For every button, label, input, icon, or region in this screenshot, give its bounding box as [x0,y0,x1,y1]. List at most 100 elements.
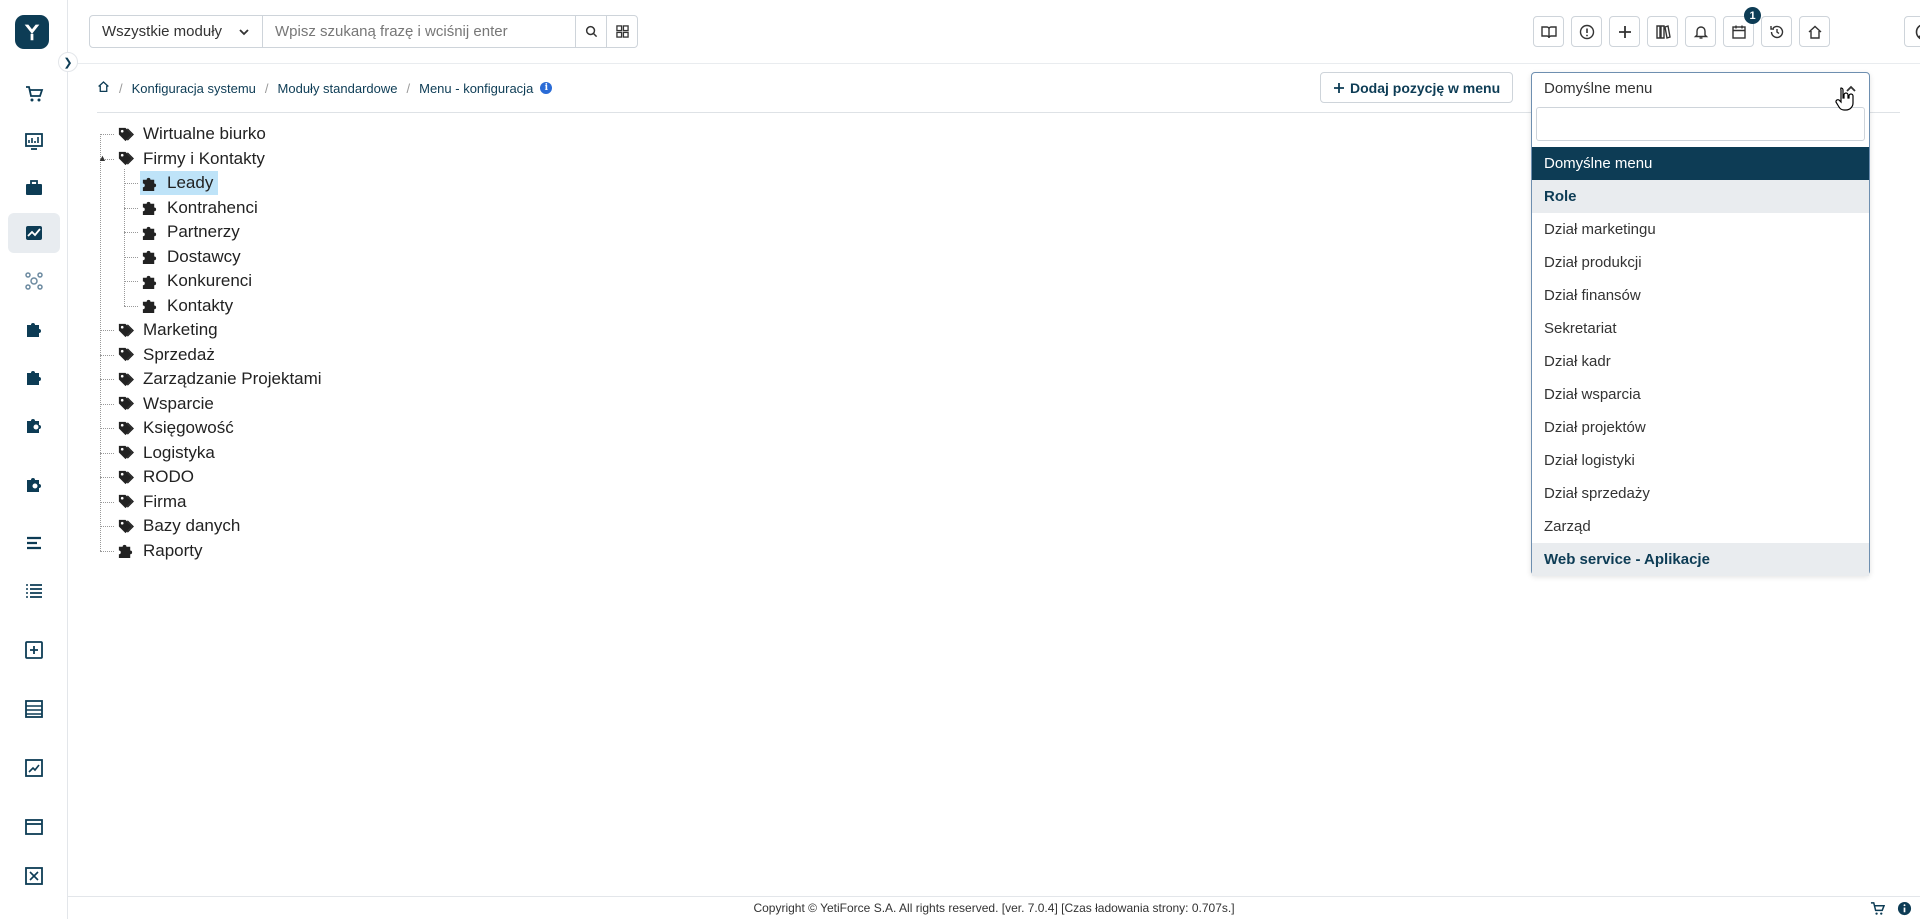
tree-node[interactable]: Kontakty [140,294,236,318]
tree-node[interactable]: Dostawcy [140,245,244,269]
footer-icons [1870,901,1912,916]
cart-icon[interactable] [1870,901,1885,916]
search-button[interactable] [575,16,606,47]
sidebar-item-marketing[interactable] [8,213,60,253]
option-group-header: Web service - Aplikacje [1532,543,1869,576]
chart-square-icon [25,759,43,777]
tree-node[interactable]: Firmy i Kontakty [116,147,268,171]
module-select[interactable]: Wszystkie moduły [90,16,263,47]
tree-node[interactable]: Partnerzy [140,220,243,244]
tree-node[interactable]: Wirtualne biurko [116,122,269,146]
tree-node-label: Bazy danych [143,516,241,535]
dropdown-option[interactable]: Dział marketingu [1532,213,1869,246]
quick-create-button[interactable] [1609,16,1640,47]
tree-node-label: Zarządzanie Projektami [143,369,322,388]
user-menu-button[interactable] [1904,16,1920,47]
tree-node-label: Logistyka [143,442,215,462]
home-icon[interactable] [97,80,110,96]
menu-role-search-input[interactable] [1536,107,1865,141]
knowledge-base-button[interactable] [1533,16,1564,47]
advanced-search-button[interactable] [606,16,637,47]
bookmarks-button[interactable] [1647,16,1678,47]
puzzle-icon [140,248,158,266]
collapse-toggle-icon[interactable]: ▲ [98,153,107,163]
breadcrumb-item-current: Menu - konfiguracja [419,80,534,96]
sidebar-item-add-record[interactable] [8,630,60,670]
sidebar-item-windows[interactable] [8,807,60,847]
left-sidebar [0,0,68,919]
breadcrumb-separator: / [406,80,411,96]
tree-line [124,281,138,282]
puzzle-icon [140,199,158,217]
sidebar-item-dashboard[interactable] [8,121,60,161]
tree-node[interactable]: Konkurenci [140,269,255,293]
dropdown-option[interactable]: Domyślne menu [1532,147,1869,180]
table-icon [25,700,43,718]
close-square-icon [25,867,43,885]
puzzle-icon [140,272,158,290]
info-icon[interactable]: i [540,82,553,94]
dropdown-option[interactable]: Dział logistyki [1532,444,1869,477]
sidebar-item-settings-box[interactable] [8,856,60,896]
network-icon [25,272,43,290]
tree-line [124,207,138,209]
sidebar-item-cart[interactable] [8,74,60,114]
tree-node[interactable]: Firma [116,490,189,514]
tree-line [100,379,114,380]
task-list-icon [27,536,41,550]
tree-node[interactable]: Wsparcie [116,392,217,416]
sidebar-item-logistics[interactable] [8,405,60,445]
history-button[interactable] [1761,16,1792,47]
sidebar-item-search-module[interactable] [8,464,60,504]
menu-role-select-value[interactable]: Domyślne menu [1532,73,1869,104]
notifications-button[interactable] [1685,16,1716,47]
tree-line [124,232,138,233]
tree-node[interactable]: Logistyka [116,441,218,465]
breadcrumb-item[interactable]: Konfiguracja systemu [132,81,256,96]
info-button[interactable] [1571,16,1602,47]
tree-node[interactable]: RODO [116,465,197,489]
tag-icon [116,370,134,388]
book-icon [1540,25,1557,38]
dropdown-option[interactable]: Zarząd [1532,510,1869,543]
home-button[interactable] [1799,16,1830,47]
search-input[interactable] [263,16,575,47]
dropdown-option[interactable]: Sekretariat [1532,312,1869,345]
tree-node-label: Kontakty [167,295,234,315]
tree-node-label: Leady [164,173,217,193]
yetiforce-logo[interactable] [15,15,49,49]
sidebar-item-tasks[interactable] [8,523,60,563]
dropdown-option[interactable]: Dział projektów [1532,411,1869,444]
tree-line [100,354,114,356]
breadcrumb-item[interactable]: Moduły standardowe [278,81,398,96]
sidebar-item-projects[interactable] [8,261,60,301]
window-icon [25,819,43,835]
add-menu-item-button[interactable]: Dodaj pozycję w menu [1320,72,1514,103]
tree-node[interactable]: Leady [140,171,219,195]
sidebar-item-support[interactable] [8,309,60,349]
tree-node[interactable]: Raporty [116,539,206,563]
tree-node[interactable]: Kontrahenci [140,196,261,220]
dropdown-option[interactable]: Dział kadr [1532,345,1869,378]
tree-node-label: Wsparcie [143,393,214,413]
menu-role-select-label: Domyślne menu [1544,80,1653,97]
dropdown-option[interactable]: Dział finansów [1532,279,1869,312]
menu-role-select: Domyślne menu Domyślne menu Role Dział mar… [1531,72,1870,576]
tree-node[interactable]: Bazy danych [116,514,243,538]
sidebar-item-reports[interactable] [8,748,60,788]
tree-node[interactable]: Sprzedaż [116,343,218,367]
sidebar-expand-button[interactable]: ❯ [58,52,78,72]
sidebar-item-table[interactable] [8,689,60,729]
sidebar-item-accounting[interactable] [8,357,60,397]
dropdown-option[interactable]: Dział produkcji [1532,246,1869,279]
sidebar-item-lists[interactable] [8,571,60,611]
tree-node[interactable]: Zarządzanie Projektami [116,367,325,391]
tree-node[interactable]: Księgowość [116,416,237,440]
puzzle-gear-icon [27,419,41,433]
dropdown-option[interactable]: Dział sprzedaży [1532,477,1869,510]
tree-node[interactable]: Marketing [116,318,221,342]
sidebar-item-companies[interactable] [8,168,60,208]
info-circle-icon[interactable] [1897,901,1912,916]
dropdown-option[interactable]: Dział wsparcia [1532,378,1869,411]
reminders-button[interactable]: 1 [1723,7,1761,47]
